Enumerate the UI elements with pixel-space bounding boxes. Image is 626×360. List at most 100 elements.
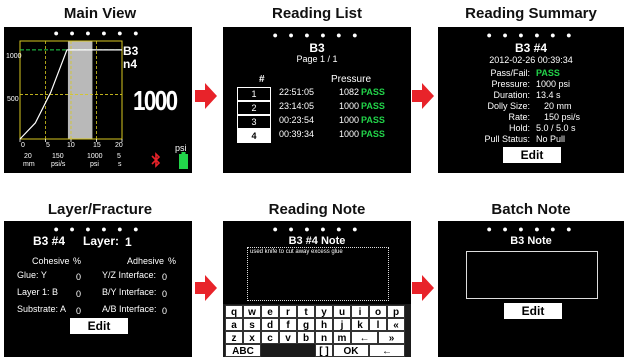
key-a[interactable]: a <box>225 318 243 331</box>
adhesive-label: A/B Interface: <box>102 304 157 314</box>
key-t[interactable]: t <box>297 305 315 318</box>
key-z[interactable]: z <box>225 331 243 344</box>
dolly-size-value: 20 <box>24 153 32 160</box>
note-textarea[interactable]: used knife to cut away excess glue <box>247 247 389 301</box>
key-ok[interactable]: OK <box>333 344 369 357</box>
layer-value[interactable]: 1 <box>125 235 132 249</box>
cohesive-header: Cohesive <box>32 256 70 266</box>
x-tick: 15 <box>93 142 101 149</box>
battery-icon <box>179 152 188 169</box>
pressure-value: 1000 <box>87 153 103 160</box>
reading-note-screen: ● ● ● ● ● ● B3 #4 Note used knife to cut… <box>223 221 411 357</box>
page-dots: ● ● ● ● ● ● <box>486 224 576 234</box>
key-c[interactable]: c <box>261 331 279 344</box>
key-shift-left[interactable]: « <box>387 318 405 331</box>
hold-region <box>67 41 93 139</box>
key-i[interactable]: i <box>351 305 369 318</box>
adhesive-label: Y/Z Interface: <box>102 270 157 280</box>
page-dots: ● ● ● ● ● ● <box>272 30 362 40</box>
reading-row-selected[interactable]: 4 00:39:34 1000 PASS <box>237 128 405 143</box>
main-view-screen: ● ● ● ● ● ● 1000 500 0 5 10 15 20 psi B3… <box>4 27 192 173</box>
adhesive-label: B/Y Interface: <box>102 287 157 297</box>
key-d[interactable]: d <box>261 318 279 331</box>
page-dots: ● ● ● ● ● ● <box>486 30 576 40</box>
page-indicator: Page 1 / 1 <box>296 54 338 64</box>
edit-button[interactable]: Edit <box>503 147 561 163</box>
y-tick-1000: 1000 <box>6 53 22 60</box>
key-e[interactable]: e <box>261 305 279 318</box>
key-f[interactable]: f <box>279 318 297 331</box>
reading-pressure: 1000 <box>339 115 360 125</box>
key-p[interactable]: p <box>387 305 405 318</box>
key-v[interactable]: v <box>279 331 297 344</box>
reading-number: 3 <box>237 115 271 129</box>
key-g[interactable]: g <box>297 318 315 331</box>
edit-button[interactable]: Edit <box>504 303 562 319</box>
key-k[interactable]: k <box>351 318 369 331</box>
reading-note-title: Reading Note <box>268 201 366 218</box>
reading-row[interactable]: 1 22:51:05 1082 PASS <box>237 86 405 101</box>
reading-summary-screen: ● ● ● ● ● ● B3 #4 2012-02-26 00:39:34 Pa… <box>438 27 624 173</box>
reading-time: 23:14:05 <box>279 101 315 111</box>
cohesive-value[interactable]: 0 <box>76 272 81 282</box>
key-u[interactable]: u <box>333 305 351 318</box>
x-tick: 20 <box>115 142 123 149</box>
cohesive-label: Layer 1: B <box>17 287 59 297</box>
key-o[interactable]: o <box>369 305 387 318</box>
key-backspace[interactable]: ← <box>369 344 405 357</box>
adhesive-pct: % <box>168 256 177 266</box>
summary-value: 13.4 s <box>536 90 561 100</box>
key-x[interactable]: x <box>243 331 261 344</box>
reading-number: 1 <box>237 87 271 101</box>
dolly-size-unit: mm <box>23 161 35 168</box>
reading-pressure: 1000 <box>339 129 360 139</box>
key-b[interactable]: b <box>297 331 315 344</box>
reading-status: PASS <box>361 129 385 139</box>
reading-summary-title: Reading Summary <box>465 5 597 22</box>
key-j[interactable]: j <box>333 318 351 331</box>
arrow-right-icon <box>195 275 217 301</box>
summary-label: Hold: <box>508 123 530 133</box>
col-number-header: # <box>259 74 265 85</box>
reading-pressure: 1082 <box>339 87 360 97</box>
summary-value: No Pull <box>536 134 566 144</box>
key-h[interactable]: h <box>315 318 333 331</box>
pass-fail-value: PASS <box>536 68 560 78</box>
page-dots: ● ● ● ● ● ● <box>53 224 143 234</box>
reading-row[interactable]: 2 23:14:05 1000 PASS <box>237 100 405 115</box>
hold-unit: s <box>118 161 122 168</box>
col-pressure-header: Pressure <box>331 74 372 85</box>
key-y[interactable]: y <box>315 305 333 318</box>
cohesive-value[interactable]: 0 <box>76 306 81 316</box>
x-tick: 0 <box>21 142 25 149</box>
hold-value: 5 <box>117 153 121 160</box>
key-n[interactable]: n <box>315 331 333 344</box>
reading-number: 4 <box>237 129 271 143</box>
cohesive-value[interactable]: 0 <box>76 289 81 299</box>
arrow-right-icon <box>412 83 434 109</box>
key-enter[interactable]: ← <box>351 331 378 344</box>
key-s[interactable]: s <box>243 318 261 331</box>
summary-heading: B3 #4 <box>514 41 548 55</box>
adhesive-value[interactable]: 0 <box>162 306 167 316</box>
key-m[interactable]: m <box>333 331 351 344</box>
adhesive-value[interactable]: 0 <box>162 289 167 299</box>
key-space[interactable]: [ ] <box>315 344 333 357</box>
x-tick: 5 <box>46 142 50 149</box>
summary-datetime: 2012-02-26 00:39:34 <box>489 55 573 65</box>
key-w[interactable]: w <box>243 305 261 318</box>
page-dots: ● ● ● ● ● ● <box>272 224 362 234</box>
key-r[interactable]: r <box>279 305 297 318</box>
key-q[interactable]: q <box>225 305 243 318</box>
key-abc[interactable]: ABC <box>225 344 261 357</box>
batch-note-textarea[interactable] <box>466 251 598 299</box>
edit-button[interactable]: Edit <box>70 318 128 334</box>
key-shift-right[interactable]: » <box>378 331 405 344</box>
reading-number: 2 <box>237 101 271 115</box>
key-l[interactable]: l <box>369 318 387 331</box>
pressure-unit: psi <box>90 161 99 168</box>
layer-fracture-title: Layer/Fracture <box>47 201 153 218</box>
adhesive-value[interactable]: 0 <box>162 272 167 282</box>
reading-row[interactable]: 3 00:23:54 1000 PASS <box>237 114 405 129</box>
cohesive-pct: % <box>73 256 82 266</box>
